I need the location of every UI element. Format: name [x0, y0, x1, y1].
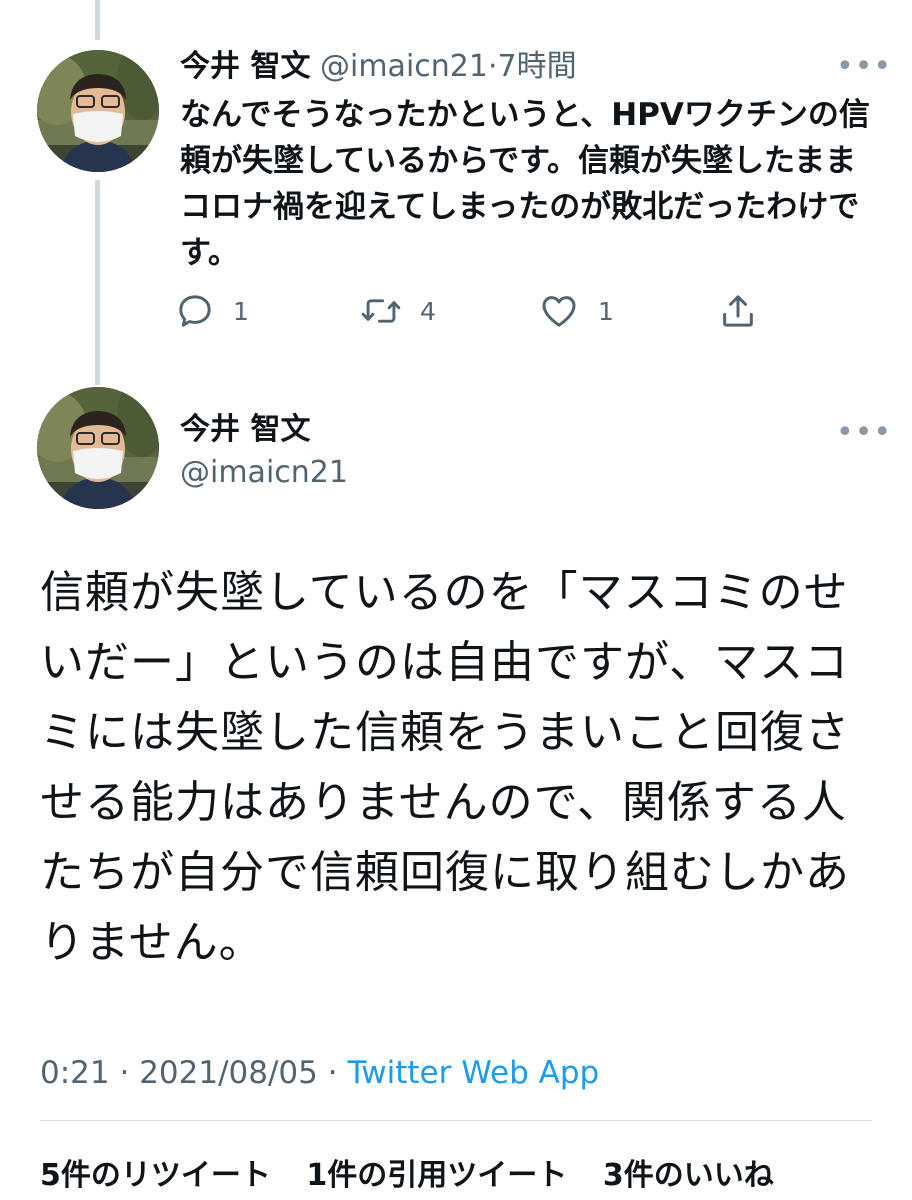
- more-horizontal-icon[interactable]: •••: [836, 52, 892, 82]
- heart-icon: [542, 296, 576, 327]
- tweet-meta: 0:21 · 2021/08/05 · Twitter Web App: [40, 1055, 599, 1091]
- retweet-icon: [361, 299, 401, 323]
- retweets-stat-count: 5: [40, 1158, 61, 1193]
- divider: [40, 1120, 872, 1121]
- retweets-stat[interactable]: 5件のリツイート: [40, 1158, 271, 1193]
- thread-line-connector: [95, 180, 100, 385]
- reply-tweet-header: 今井 智文 @imaicn21·7時間: [180, 52, 577, 82]
- likes-stat[interactable]: 3件のいいね: [603, 1158, 774, 1193]
- share-icon: [723, 295, 753, 327]
- avatar[interactable]: [37, 50, 159, 172]
- share-action[interactable]: [718, 288, 758, 334]
- author-handle[interactable]: @imaicn21: [180, 458, 348, 488]
- reply-tweet-text: なんでそうなったかというと、HPVワクチンの信頼が失墜しているからです。信頼が失…: [180, 97, 870, 271]
- likes-stat-count: 3: [602, 1158, 624, 1193]
- tweet-time[interactable]: 0:21: [40, 1055, 110, 1091]
- like-count: 1: [598, 296, 614, 326]
- separator-dot: ·: [119, 1055, 130, 1091]
- tweet-time[interactable]: 7時間: [498, 49, 577, 84]
- retweets-stat-label: 件のリツイート: [60, 1158, 271, 1193]
- author-handle[interactable]: @imaicn21: [320, 49, 488, 84]
- tweet-source-link[interactable]: Twitter Web App: [347, 1055, 599, 1091]
- quotes-stat[interactable]: 1件の引用ツイート: [306, 1158, 567, 1193]
- reply-count: 1: [233, 296, 249, 326]
- separator-dot: ·: [327, 1055, 338, 1091]
- tweet-date[interactable]: 2021/08/05: [139, 1055, 318, 1091]
- author-name[interactable]: 今井 智文: [180, 415, 310, 445]
- tweet-stats: 5件のリツイート 1件の引用ツイート 3件のいいね: [40, 1150, 800, 1194]
- retweet-action[interactable]: 4: [360, 288, 436, 334]
- retweet-count: 4: [420, 296, 436, 326]
- main-tweet-text: 信頼が失墜しているのを「マスコミのせいだー」というのは自由ですが、マスコミには失…: [40, 567, 850, 968]
- avatar[interactable]: [37, 387, 159, 509]
- reply-action[interactable]: 1: [175, 288, 249, 334]
- more-horizontal-icon[interactable]: •••: [836, 418, 892, 448]
- author-name[interactable]: 今井 智文: [180, 49, 310, 84]
- separator-dot: ·: [487, 49, 498, 84]
- reply-icon: [179, 295, 211, 327]
- like-action[interactable]: 1: [538, 288, 614, 334]
- likes-stat-label: 件のいいね: [623, 1158, 774, 1193]
- thread-line-top: [95, 0, 100, 40]
- quotes-stat-count: 1: [306, 1158, 328, 1193]
- quotes-stat-label: 件の引用ツイート: [327, 1158, 568, 1193]
